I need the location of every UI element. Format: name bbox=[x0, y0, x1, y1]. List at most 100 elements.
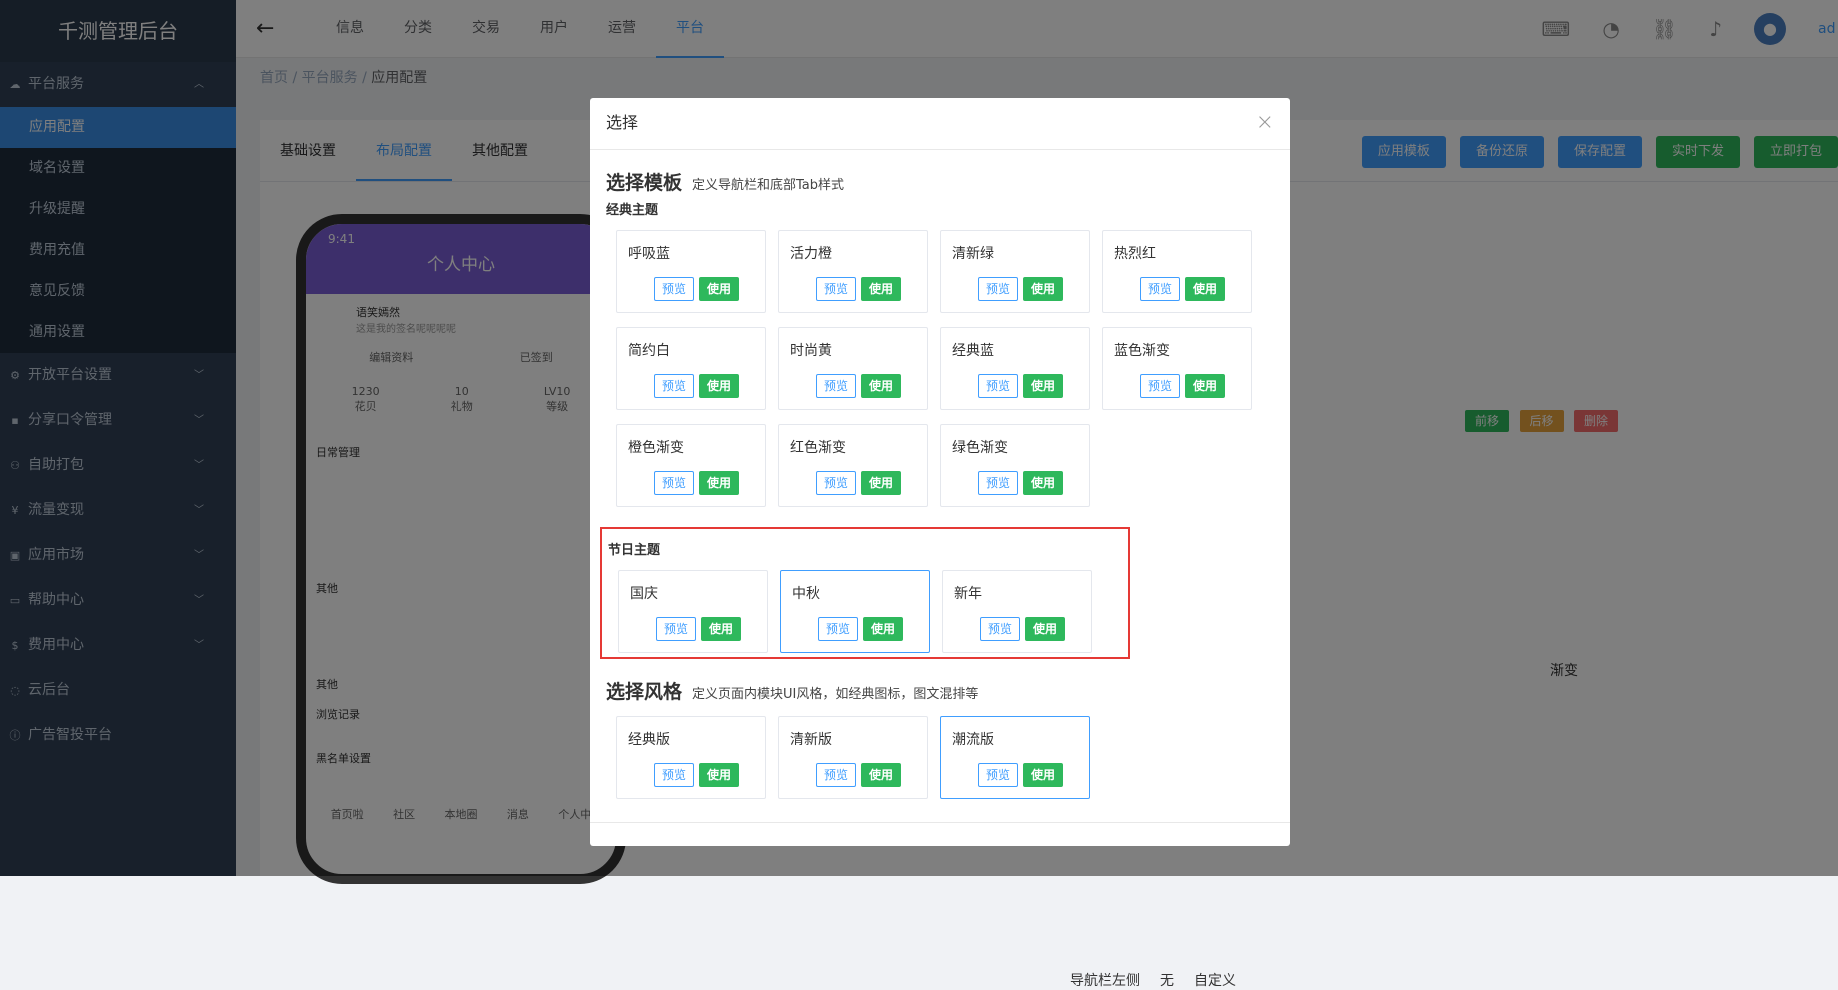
theme-name: 国庆 bbox=[630, 586, 658, 602]
preview-button[interactable]: 预览 bbox=[818, 617, 858, 641]
card-buttons: 预览 使用 bbox=[654, 374, 739, 398]
theme-card[interactable]: 清新版预览 使用 bbox=[778, 716, 928, 799]
modal-body: 选择模板 定义导航栏和底部Tab样式 经典主题 呼吸蓝 预览 使用 活力橙 预览 使用 清新… bbox=[590, 150, 1290, 799]
preview-button[interactable]: 预览 bbox=[654, 277, 694, 301]
theme-name: 清新绿 bbox=[952, 246, 994, 262]
card-buttons: 预览 使用 bbox=[816, 277, 901, 301]
card-buttons: 预览 使用 bbox=[1140, 374, 1225, 398]
use-button[interactable]: 使用 bbox=[1023, 763, 1063, 787]
festival-theme-title: 节日主题 bbox=[608, 543, 661, 558]
card-buttons: 预览 使用 bbox=[816, 763, 901, 787]
preview-button[interactable]: 预览 bbox=[654, 763, 694, 787]
theme-card[interactable]: 时尚黄预览 使用 bbox=[778, 327, 928, 410]
theme-card[interactable]: 橙色渐变预览 使用 bbox=[616, 424, 766, 507]
card-buttons: 预览 使用 bbox=[978, 471, 1063, 495]
theme-name: 经典版 bbox=[628, 732, 670, 748]
style-section-title: 选择风格 定义页面内模块UI风格，如经典图标，图文混排等 bbox=[606, 677, 1274, 704]
use-button[interactable]: 使用 bbox=[1185, 277, 1225, 301]
preview-button[interactable]: 预览 bbox=[978, 374, 1018, 398]
theme-name: 橙色渐变 bbox=[628, 440, 684, 456]
theme-name: 中秋 bbox=[792, 586, 820, 602]
use-button[interactable]: 使用 bbox=[699, 763, 739, 787]
card-buttons: 预览 使用 bbox=[816, 374, 901, 398]
use-button[interactable]: 使用 bbox=[861, 471, 901, 495]
use-button[interactable]: 使用 bbox=[1185, 374, 1225, 398]
section-heading: 选择模板 bbox=[606, 172, 683, 194]
preview-button[interactable]: 预览 bbox=[978, 471, 1018, 495]
use-button[interactable]: 使用 bbox=[701, 617, 741, 641]
section-desc: 定义页面内模块UI风格，如经典图标，图文混排等 bbox=[692, 687, 979, 702]
use-button[interactable]: 使用 bbox=[699, 471, 739, 495]
preview-button[interactable]: 预览 bbox=[816, 763, 856, 787]
theme-card[interactable]: 蓝色渐变预览 使用 bbox=[1102, 327, 1252, 410]
preview-button[interactable]: 预览 bbox=[816, 374, 856, 398]
radio-custom[interactable]: 自定义 bbox=[1194, 970, 1236, 990]
close-icon[interactable]: × bbox=[1256, 98, 1274, 148]
theme-card[interactable]: 活力橙预览 使用 bbox=[778, 230, 928, 313]
festival-theme-grid: 国庆 预览 使用 中秋 预览 使用 新年 预览 使用 bbox=[618, 570, 1258, 653]
preview-button[interactable]: 预览 bbox=[654, 471, 694, 495]
use-button[interactable]: 使用 bbox=[1023, 471, 1063, 495]
theme-name: 时尚黄 bbox=[790, 343, 832, 359]
theme-name: 红色渐变 bbox=[790, 440, 846, 456]
card-buttons: 预览 使用 bbox=[818, 617, 903, 641]
use-button[interactable]: 使用 bbox=[1023, 374, 1063, 398]
preview-button[interactable]: 预览 bbox=[656, 617, 696, 641]
card-buttons: 预览 使用 bbox=[654, 277, 739, 301]
theme-card[interactable]: 经典版预览 使用 bbox=[616, 716, 766, 799]
theme-name: 清新版 bbox=[790, 732, 832, 748]
nav-left-label: 导航栏左侧 bbox=[1070, 973, 1140, 989]
use-button[interactable]: 使用 bbox=[699, 374, 739, 398]
theme-card[interactable]: 中秋预览 使用 bbox=[780, 570, 930, 653]
section-heading: 选择风格 bbox=[606, 681, 683, 703]
theme-name: 经典蓝 bbox=[952, 343, 994, 359]
use-button[interactable]: 使用 bbox=[699, 277, 739, 301]
preview-button[interactable]: 预览 bbox=[816, 277, 856, 301]
theme-name: 简约白 bbox=[628, 343, 670, 359]
theme-card[interactable]: 热烈红预览 使用 bbox=[1102, 230, 1252, 313]
preview-button[interactable]: 预览 bbox=[978, 277, 1018, 301]
preview-button[interactable]: 预览 bbox=[1140, 277, 1180, 301]
card-buttons: 预览 使用 bbox=[980, 617, 1065, 641]
preview-button[interactable]: 预览 bbox=[816, 471, 856, 495]
theme-card[interactable]: 经典蓝预览 使用 bbox=[940, 327, 1090, 410]
theme-card[interactable]: 潮流版预览 使用 bbox=[940, 716, 1090, 799]
template-section-title: 选择模板 定义导航栏和底部Tab样式 bbox=[606, 168, 1274, 195]
use-button[interactable]: 使用 bbox=[861, 277, 901, 301]
theme-card[interactable]: 呼吸蓝预览 使用 bbox=[616, 230, 766, 313]
festival-theme-box: 节日主题 国庆 预览 使用 中秋 预览 使用 新年 预览 使用 bbox=[600, 527, 1130, 659]
theme-card[interactable]: 绿色渐变预览 使用 bbox=[940, 424, 1090, 507]
theme-card[interactable]: 简约白预览 使用 bbox=[616, 327, 766, 410]
preview-button[interactable]: 预览 bbox=[1140, 374, 1180, 398]
section-desc: 定义导航栏和底部Tab样式 bbox=[692, 178, 845, 193]
theme-name: 蓝色渐变 bbox=[1114, 343, 1170, 359]
preview-button[interactable]: 预览 bbox=[978, 763, 1018, 787]
style-grid: 经典版 预览 使用 清新版 预览 使用 潮流版 预览 使用 bbox=[616, 716, 1256, 799]
theme-name: 绿色渐变 bbox=[952, 440, 1008, 456]
preview-button[interactable]: 预览 bbox=[980, 617, 1020, 641]
use-button[interactable]: 使用 bbox=[1023, 277, 1063, 301]
card-buttons: 预览 使用 bbox=[654, 471, 739, 495]
use-button[interactable]: 使用 bbox=[863, 617, 903, 641]
card-buttons: 预览 使用 bbox=[978, 374, 1063, 398]
card-buttons: 预览 使用 bbox=[656, 617, 741, 641]
radio-none[interactable]: 无 bbox=[1160, 970, 1174, 990]
theme-card[interactable]: 国庆预览 使用 bbox=[618, 570, 768, 653]
card-buttons: 预览 使用 bbox=[1140, 277, 1225, 301]
theme-name: 潮流版 bbox=[952, 732, 994, 748]
style-section: 选择风格 定义页面内模块UI风格，如经典图标，图文混排等 经典版 预览 使用 清新版预… bbox=[606, 677, 1274, 799]
classic-theme-grid: 呼吸蓝 预览 使用 活力橙 预览 使用 清新绿 预览 使用 热烈红 预览 使用 简约白 预览 使用 时尚黄 预览… bbox=[616, 230, 1256, 507]
theme-name: 热烈红 bbox=[1114, 246, 1156, 262]
modal-footer bbox=[590, 822, 1290, 846]
card-buttons: 预览 使用 bbox=[978, 277, 1063, 301]
theme-name: 新年 bbox=[954, 586, 982, 602]
theme-card[interactable]: 红色渐变预览 使用 bbox=[778, 424, 928, 507]
theme-name: 呼吸蓝 bbox=[628, 246, 670, 262]
use-button[interactable]: 使用 bbox=[861, 763, 901, 787]
theme-card[interactable]: 新年预览 使用 bbox=[942, 570, 1092, 653]
use-button[interactable]: 使用 bbox=[861, 374, 901, 398]
preview-button[interactable]: 预览 bbox=[654, 374, 694, 398]
use-button[interactable]: 使用 bbox=[1025, 617, 1065, 641]
theme-card[interactable]: 清新绿预览 使用 bbox=[940, 230, 1090, 313]
theme-name: 活力橙 bbox=[790, 246, 832, 262]
